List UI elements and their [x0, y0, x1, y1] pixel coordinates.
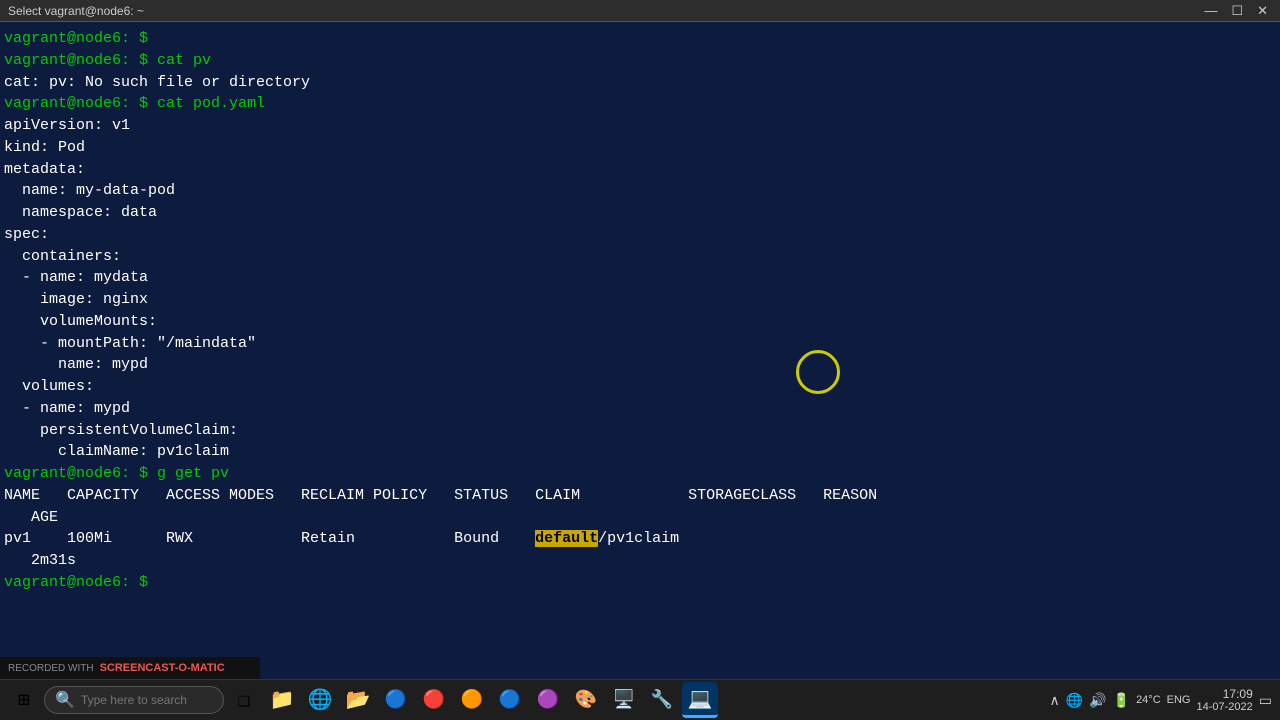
app7-icon[interactable]: 🖥️	[606, 682, 642, 718]
screencast-label: RECORDED WITH	[8, 663, 94, 674]
titlebar: Select vagrant@node6: ~ — ☐ ✕	[0, 0, 1280, 22]
terminal-line: vagrant@node6: $ cat pv	[4, 50, 1276, 72]
terminal-line: persistentVolumeClaim:	[4, 420, 1276, 442]
terminal-text-white: spec:	[4, 226, 49, 243]
clock-date: 14-07-2022	[1196, 701, 1252, 713]
terminal-line: cat: pv: No such file or directory	[4, 72, 1276, 94]
terminal-line: namespace: data	[4, 202, 1276, 224]
terminal-line: vagrant@node6: $ cat pod.yaml	[4, 93, 1276, 115]
app5-icon[interactable]: 🟣	[530, 682, 566, 718]
taskbar-right: ∧ 🌐 🔊 🔋 24°C ENG 17:09 14-07-2022 ▭	[1050, 687, 1280, 713]
terminal-text-white: name: my-data-pod	[4, 182, 175, 199]
terminal-line: vagrant@node6: $	[4, 572, 1276, 594]
minimize-button[interactable]: —	[1200, 3, 1221, 19]
file-explorer-icon[interactable]: 📁	[264, 682, 300, 718]
terminal-line: name: mypd	[4, 354, 1276, 376]
terminal-text-white: volumes:	[4, 378, 94, 395]
show-desktop-icon[interactable]: ▭	[1259, 692, 1272, 709]
close-button[interactable]: ✕	[1253, 3, 1272, 19]
screencast-brand: SCREENCAST-O-MATIC	[100, 662, 225, 674]
start-button[interactable]: ⊞	[6, 682, 42, 718]
terminal-line: volumeMounts:	[4, 311, 1276, 333]
terminal-text-white: cat: pv: No such file or directory	[4, 74, 310, 91]
terminal-text-green: vagrant@node6: $	[4, 574, 157, 591]
terminal-text-green: vagrant@node6: $	[4, 30, 157, 47]
screencast-bar: RECORDED WITH SCREENCAST-O-MATIC	[0, 657, 260, 679]
terminal-line: pv1 100Mi RWX Retain Bound default/pv1cl…	[4, 528, 1276, 572]
terminal-active-icon[interactable]: 💻	[682, 682, 718, 718]
terminal-text-white: image: nginx	[4, 291, 148, 308]
folder-icon[interactable]: 📂	[340, 682, 376, 718]
clock-time: 17:09	[1196, 687, 1252, 701]
terminal-line: containers:	[4, 246, 1276, 268]
titlebar-buttons: — ☐ ✕	[1200, 3, 1272, 19]
browser-icon[interactable]: 🌐	[302, 682, 338, 718]
app4-icon[interactable]: 🔵	[492, 682, 528, 718]
terminal-text-white: - name: mypd	[4, 400, 130, 417]
terminal-line: image: nginx	[4, 289, 1276, 311]
terminal-line: NAME CAPACITY ACCESS MODES RECLAIM POLIC…	[4, 485, 1276, 529]
language-display: ENG	[1167, 694, 1191, 706]
taskbar-left: ⊞ 🔍 ❑ 📁 🌐 📂 🔵 🔴 🟠 🔵 🟣 🎨 🖥️ 🔧 💻	[0, 682, 718, 718]
terminal-text-white: containers:	[4, 248, 121, 265]
terminal-text-white: persistentVolumeClaim:	[4, 422, 238, 439]
terminal-line: metadata:	[4, 159, 1276, 181]
terminal-text-green: vagrant@node6: $ cat pod.yaml	[4, 95, 265, 112]
terminal-text-white: NAME CAPACITY ACCESS MODES RECLAIM POLIC…	[4, 487, 877, 526]
terminal-line: - mountPath: "/maindata"	[4, 333, 1276, 355]
app8-icon[interactable]: 🔧	[644, 682, 680, 718]
terminal-line: - name: mydata	[4, 267, 1276, 289]
terminal-text-white: volumeMounts:	[4, 313, 157, 330]
chevron-up-icon[interactable]: ∧	[1050, 692, 1060, 709]
terminal-text-white: name: mypd	[4, 356, 148, 373]
terminal-line: - name: mypd	[4, 398, 1276, 420]
titlebar-title: Select vagrant@node6: ~	[8, 4, 144, 18]
terminal-line: name: my-data-pod	[4, 180, 1276, 202]
terminal-text-white: apiVersion: v1	[4, 117, 130, 134]
terminal-text-yellow-hl: default	[535, 530, 598, 547]
clock[interactable]: 17:09 14-07-2022	[1196, 687, 1252, 713]
app6-icon[interactable]: 🎨	[568, 682, 604, 718]
app2-icon[interactable]: 🔴	[416, 682, 452, 718]
terminal-line: vagrant@node6: $	[4, 28, 1276, 50]
terminal-line: spec:	[4, 224, 1276, 246]
terminal-text-white: - mountPath: "/maindata"	[4, 335, 256, 352]
terminal-text-white: kind: Pod	[4, 139, 85, 156]
terminal-text-green: vagrant@node6: $ g get pv	[4, 465, 229, 482]
terminal-line: apiVersion: v1	[4, 115, 1276, 137]
terminal-line: kind: Pod	[4, 137, 1276, 159]
search-box[interactable]: 🔍	[44, 686, 224, 714]
app1-icon[interactable]: 🔵	[378, 682, 414, 718]
terminal-text-white: claimName: pv1claim	[4, 443, 229, 460]
terminal-text-white: namespace: data	[4, 204, 157, 221]
app3-icon[interactable]: 🟠	[454, 682, 490, 718]
battery-icon: 🔋	[1113, 692, 1130, 709]
terminal-line: vagrant@node6: $ g get pv	[4, 463, 1276, 485]
search-icon: 🔍	[55, 690, 75, 710]
terminal-line: volumes:	[4, 376, 1276, 398]
network-icon[interactable]: 🌐	[1066, 692, 1083, 709]
taskbar: ⊞ 🔍 ❑ 📁 🌐 📂 🔵 🔴 🟠 🔵 🟣 🎨 🖥️ 🔧 💻 ∧ 🌐 🔊 🔋 2…	[0, 679, 1280, 720]
volume-icon[interactable]: 🔊	[1089, 692, 1106, 709]
terminal: vagrant@node6: $ vagrant@node6: $ cat pv…	[0, 22, 1280, 679]
terminal-text-white: - name: mydata	[4, 269, 148, 286]
task-view-icon[interactable]: ❑	[226, 682, 262, 718]
terminal-line: claimName: pv1claim	[4, 441, 1276, 463]
search-input[interactable]	[81, 693, 211, 707]
maximize-button[interactable]: ☐	[1227, 3, 1247, 19]
temperature-display: 24°C	[1136, 694, 1161, 706]
terminal-text-white: metadata:	[4, 161, 85, 178]
terminal-text-white: pv1 100Mi RWX Retain Bound	[4, 530, 535, 547]
terminal-text-green: vagrant@node6: $ cat pv	[4, 52, 211, 69]
